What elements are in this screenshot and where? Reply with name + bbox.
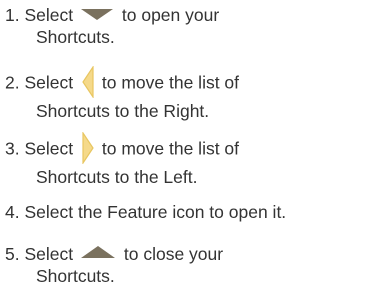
step-text: Select: [24, 138, 74, 159]
step-text: Select the Feature icon to open it.: [24, 202, 287, 222]
step-4: 4. Select the Feature icon to open it.: [5, 201, 286, 223]
step-number: 4.: [5, 202, 20, 222]
step-5: 5. Select to close your Shortcuts.: [5, 243, 223, 287]
step-1: 1. Select to open your Shortcuts.: [5, 4, 219, 48]
step-text: Select: [24, 72, 74, 93]
step-text: to move the list of: [101, 138, 240, 159]
step-text: Select: [24, 244, 74, 264]
step-2: 2. Select to move the list of Shortcuts …: [5, 66, 240, 122]
step-text: to close your: [123, 244, 224, 264]
step-text-line2: Shortcuts.: [36, 27, 115, 47]
step-number: 5.: [5, 244, 20, 264]
triangle-left-icon: [81, 66, 95, 98]
triangle-up-icon: [81, 245, 115, 259]
step-3: 3. Select to move the list of Shortcuts …: [5, 132, 240, 188]
step-number: 1.: [5, 5, 20, 25]
step-text-line2: Shortcuts to the Left.: [36, 167, 198, 187]
step-text: to move the list of: [101, 72, 240, 93]
step-number: 2.: [5, 72, 20, 93]
step-text-line2: Shortcuts to the Right.: [36, 101, 210, 121]
step-number: 3.: [5, 138, 20, 159]
triangle-right-icon: [81, 132, 95, 164]
triangle-down-icon: [81, 8, 113, 21]
step-text: Select: [24, 5, 74, 25]
step-text-line2: Shortcuts.: [36, 266, 115, 286]
step-text: to open your: [121, 5, 220, 25]
